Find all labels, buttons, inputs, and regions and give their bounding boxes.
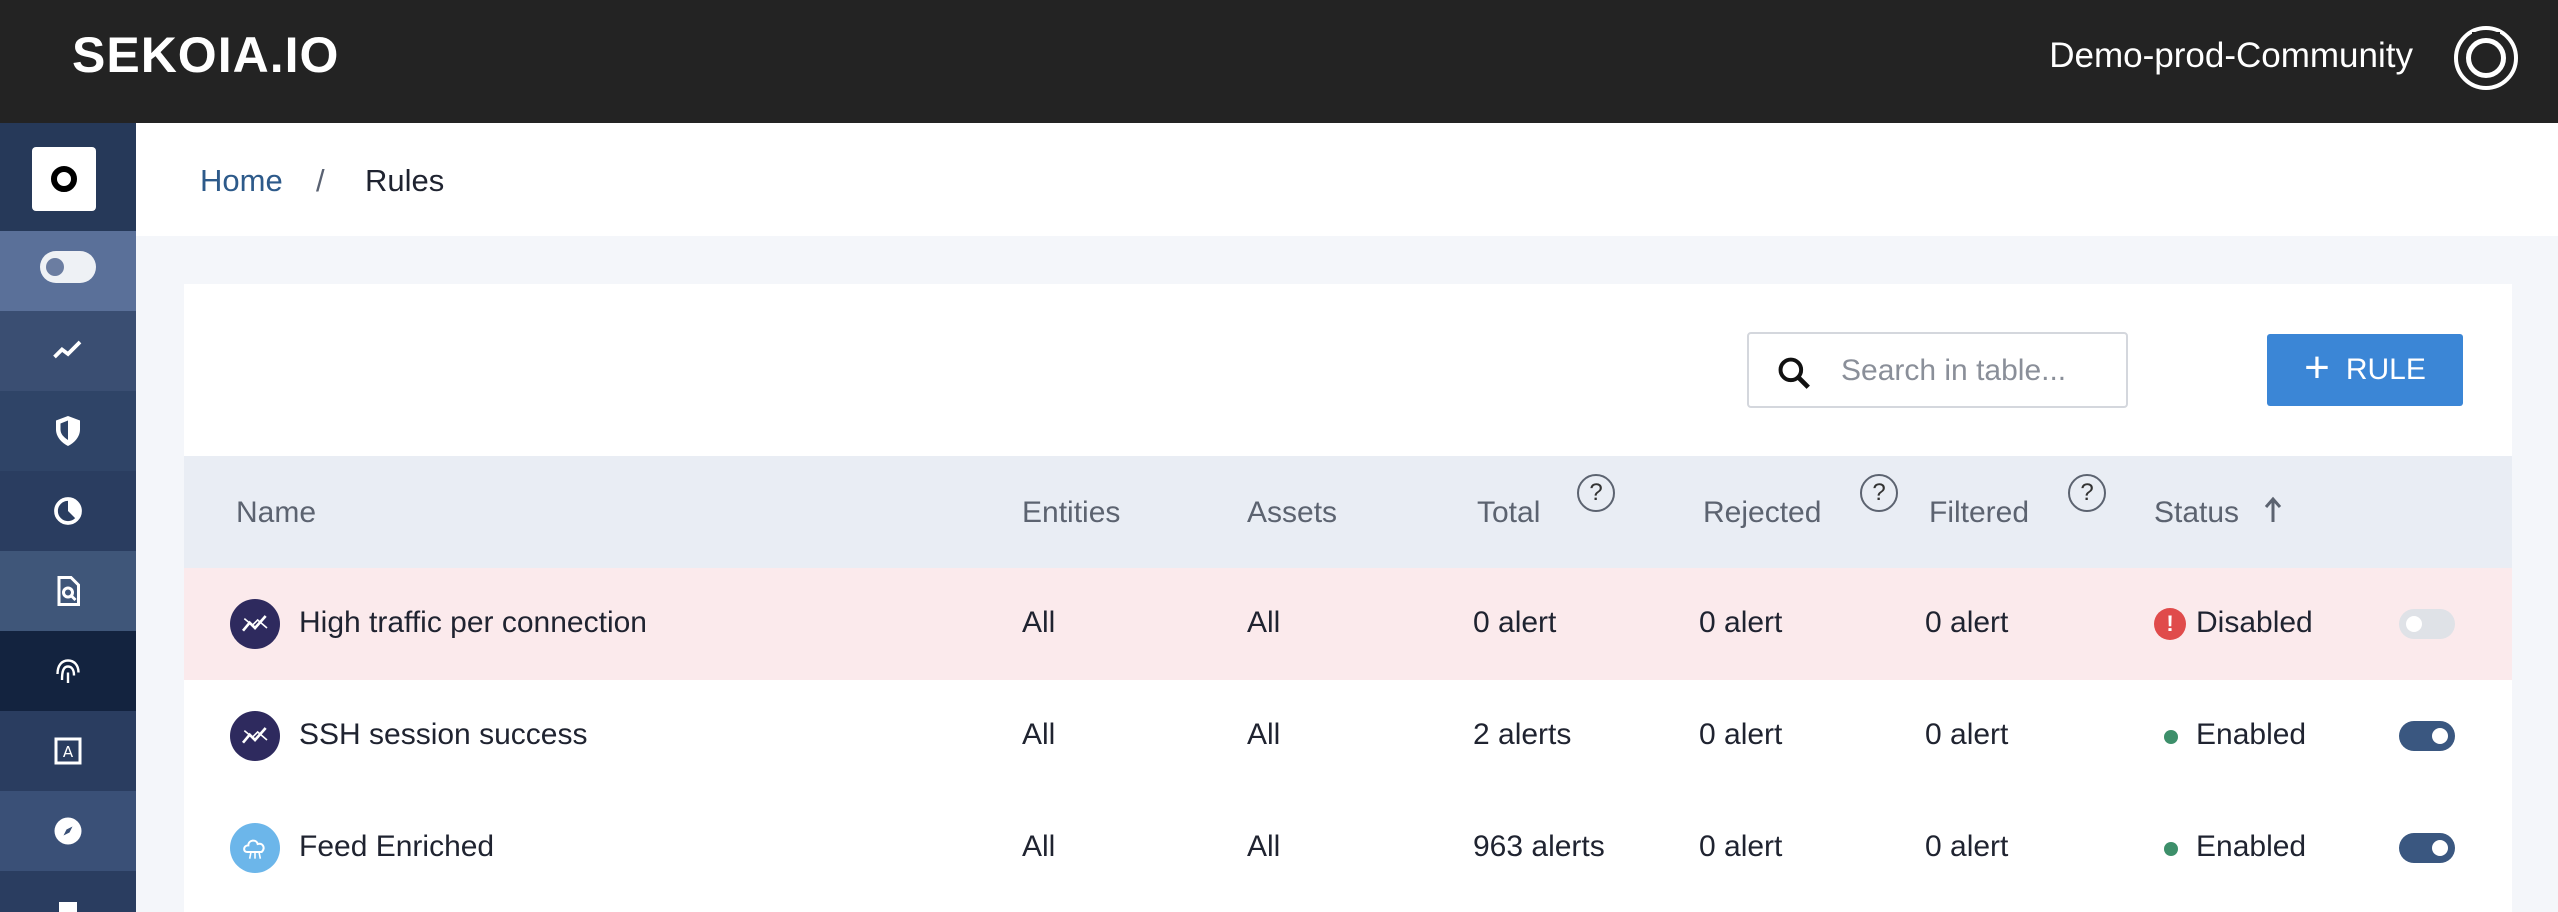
rule-status: Enabled xyxy=(2196,718,2307,751)
enabled-status-dot-icon xyxy=(2164,730,2178,744)
file-search-icon xyxy=(57,576,80,606)
sidebar-item-fingerprint[interactable] xyxy=(0,631,136,711)
rule-entities: All xyxy=(1022,830,1056,863)
table-row[interactable]: High traffic per connection All All 0 al… xyxy=(184,568,2512,680)
rule-rejected: 0 alert xyxy=(1699,830,1783,863)
shield-icon xyxy=(56,416,80,446)
rule-enable-toggle[interactable] xyxy=(2399,609,2455,639)
rule-assets: All xyxy=(1247,830,1281,863)
total-help-icon[interactable]: ? xyxy=(1577,474,1615,512)
column-total[interactable]: Total xyxy=(1477,496,1540,530)
plus-icon: + xyxy=(2304,343,2330,392)
column-rejected[interactable]: Rejected xyxy=(1703,496,1821,530)
rule-name[interactable]: Feed Enriched xyxy=(299,830,494,864)
rule-entities: All xyxy=(1022,606,1056,639)
rule-enable-toggle[interactable] xyxy=(2399,833,2455,863)
rule-total: 963 alerts xyxy=(1473,830,1605,863)
sidebar-item-explore[interactable] xyxy=(0,791,136,871)
rule-assets: All xyxy=(1247,606,1281,639)
community-selector[interactable]: Demo-prod-Community xyxy=(2049,36,2413,76)
breadcrumb: Home / Rules xyxy=(136,123,2558,236)
rule-filtered: 0 alert xyxy=(1925,606,2009,639)
column-filtered[interactable]: Filtered xyxy=(1929,496,2029,530)
rule-filtered: 0 alert xyxy=(1925,718,2009,751)
user-avatar-icon[interactable] xyxy=(2454,26,2518,90)
brand-logo[interactable]: SEKOIA.IO xyxy=(72,26,339,84)
table-row[interactable]: SSH session success All All 2 alerts 0 a… xyxy=(184,680,2512,792)
rule-trend-icon xyxy=(230,599,280,649)
breadcrumb-separator: / xyxy=(316,163,325,198)
sidebar-logo-icon[interactable] xyxy=(32,147,96,211)
column-assets[interactable]: Assets xyxy=(1247,496,1337,530)
rule-total: 0 alert xyxy=(1473,606,1557,639)
book-icon xyxy=(59,902,77,912)
rule-total: 2 alerts xyxy=(1473,718,1572,751)
sidebar-item-assets[interactable]: A xyxy=(0,711,136,791)
gauge-icon xyxy=(54,497,82,525)
rule-rejected: 0 alert xyxy=(1699,718,1783,751)
search-input[interactable] xyxy=(1841,346,2111,396)
trend-icon xyxy=(53,340,82,359)
enabled-status-dot-icon xyxy=(2164,842,2178,856)
rule-entities: All xyxy=(1022,718,1056,751)
toggle-icon xyxy=(40,251,96,283)
rejected-help-icon[interactable]: ? xyxy=(1860,474,1898,512)
sidebar: A xyxy=(0,123,136,912)
search-icon xyxy=(1778,357,1810,389)
sidebar-item-activity[interactable] xyxy=(0,311,136,391)
sidebar-item-docs[interactable] xyxy=(0,871,136,912)
sort-ascending-icon[interactable] xyxy=(2261,494,2285,526)
sidebar-item-toggle[interactable] xyxy=(0,231,136,311)
rule-enable-toggle[interactable] xyxy=(2399,721,2455,751)
add-rule-button[interactable]: + RULE xyxy=(2267,334,2463,406)
column-status[interactable]: Status xyxy=(2154,496,2239,530)
top-bar: SEKOIA.IO Demo-prod-Community xyxy=(0,0,2558,123)
compass-icon xyxy=(54,817,82,845)
disabled-alert-icon: ! xyxy=(2154,608,2186,640)
filtered-help-icon[interactable]: ? xyxy=(2068,474,2106,512)
table-row[interactable]: Feed Enriched All All 963 alerts 0 alert… xyxy=(184,792,2512,904)
breadcrumb-current: Rules xyxy=(365,163,445,198)
search-box[interactable] xyxy=(1747,332,2128,408)
sidebar-item-dashboard[interactable] xyxy=(0,471,136,551)
frame-icon: A xyxy=(54,737,82,765)
add-rule-label: RULE xyxy=(2345,353,2426,386)
rule-rejected: 0 alert xyxy=(1699,606,1783,639)
rules-card: + RULE Name Entities Assets Total ? Reje… xyxy=(184,284,2512,912)
rule-filtered: 0 alert xyxy=(1925,830,2009,863)
table-header: Name Entities Assets Total ? Rejected ? … xyxy=(184,456,2512,568)
rule-status: Enabled xyxy=(2196,830,2307,863)
rule-name[interactable]: High traffic per connection xyxy=(299,606,647,640)
rule-status: Disabled xyxy=(2196,606,2313,639)
breadcrumb-home-link[interactable]: Home xyxy=(200,163,283,199)
svg-text:A: A xyxy=(63,743,74,761)
sidebar-item-security[interactable] xyxy=(0,391,136,471)
sidebar-item-investigate[interactable] xyxy=(0,551,136,631)
column-entities[interactable]: Entities xyxy=(1022,496,1120,530)
rule-cloud-icon xyxy=(230,823,280,873)
rule-name[interactable]: SSH session success xyxy=(299,718,587,752)
rule-assets: All xyxy=(1247,718,1281,751)
rule-trend-icon xyxy=(230,711,280,761)
fingerprint-icon xyxy=(56,659,80,683)
column-name[interactable]: Name xyxy=(236,496,316,530)
